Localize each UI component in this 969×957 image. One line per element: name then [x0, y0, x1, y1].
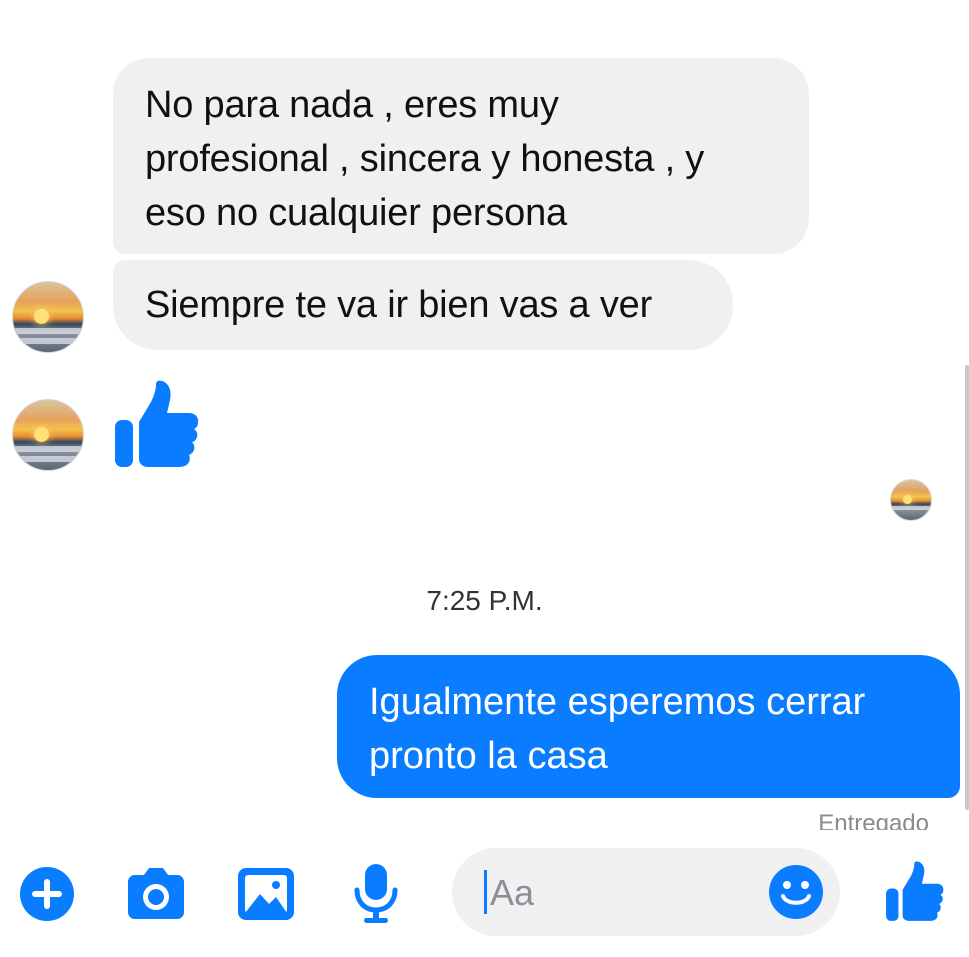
delivery-status: Entregado: [818, 810, 929, 830]
message-thread[interactable]: No para nada , eres muy profesional , si…: [0, 0, 969, 830]
text-caret: [484, 870, 487, 914]
plus-icon[interactable]: [18, 865, 76, 923]
message-timestamp: 7:25 P.M.: [426, 585, 543, 616]
contact-avatar[interactable]: [12, 281, 84, 353]
thumbs-up-icon[interactable]: [112, 380, 202, 470]
message-input-placeholder: Aa: [490, 872, 535, 913]
thumbs-up-icon[interactable]: [884, 860, 946, 924]
outgoing-message-bubble[interactable]: Igualmente esperemos cerrar pronto la ca…: [337, 655, 960, 798]
incoming-message-bubble[interactable]: Siempre te va ir bien vas a ver: [113, 260, 733, 350]
incoming-message-bubble[interactable]: No para nada , eres muy profesional , si…: [113, 58, 809, 254]
scrollbar[interactable]: [965, 365, 969, 810]
read-receipt-avatar: [890, 479, 932, 521]
composer-bar: Aa: [0, 830, 969, 957]
microphone-icon[interactable]: [352, 862, 400, 926]
contact-avatar[interactable]: [12, 399, 84, 471]
message-input[interactable]: Aa: [452, 848, 840, 936]
emoji-icon[interactable]: [767, 863, 825, 921]
camera-icon[interactable]: [124, 866, 188, 922]
image-icon[interactable]: [236, 866, 296, 922]
